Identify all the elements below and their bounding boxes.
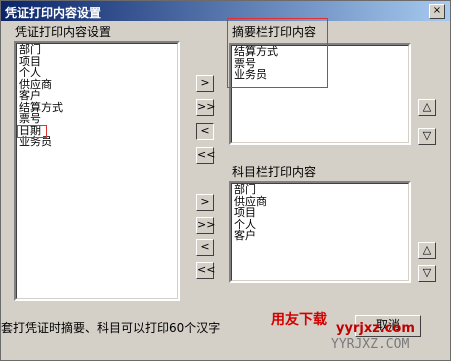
list-item[interactable]: 部门	[232, 184, 408, 196]
close-button[interactable]: ×	[429, 4, 445, 19]
list-item[interactable]: 部门	[17, 44, 177, 56]
list-item[interactable]: 客户	[232, 230, 408, 242]
move-left-summary-button[interactable]: <	[196, 123, 214, 140]
subject-move-up-button[interactable]: △	[418, 242, 436, 259]
watermark-text: 用友下载	[271, 312, 327, 328]
summary-move-up-button[interactable]: △	[418, 99, 436, 116]
subject-heading: 科目栏打印内容	[232, 165, 317, 179]
subject-move-down-button[interactable]: ▽	[418, 265, 436, 282]
available-items-heading: 凭证打印内容设置	[15, 25, 112, 39]
list-item[interactable]: 票号	[17, 113, 177, 125]
watermark-url: yyrjxz.com	[336, 321, 415, 336]
dialog-window: 凭证打印内容设置 × 凭证打印内容设置 部门 项目 个人 供应商 客户 结算方式 票号 日期业…	[0, 0, 451, 361]
move-all-left-summary-button[interactable]: <<	[196, 147, 215, 164]
move-left-subject-button[interactable]: <	[196, 239, 214, 256]
move-right-subject-button[interactable]: >	[196, 194, 214, 211]
summary-move-down-button[interactable]: ▽	[418, 128, 436, 145]
move-all-right-subject-button[interactable]: >>	[196, 217, 215, 234]
move-right-summary-button[interactable]: >	[196, 75, 214, 92]
available-items-list[interactable]: 部门 项目 个人 供应商 客户 结算方式 票号 日期 业务员	[14, 41, 180, 301]
highlight-summary	[227, 18, 328, 88]
list-item[interactable]: 客户	[17, 90, 177, 102]
list-item[interactable]: 供应商	[232, 195, 408, 208]
highlight-date-item	[17, 125, 47, 138]
list-item[interactable]: 项目	[232, 207, 408, 219]
subject-items-list[interactable]: 部门 供应商 项目 个人 客户	[229, 181, 411, 283]
move-all-right-summary-button[interactable]: >>	[196, 99, 215, 116]
list-item[interactable]: 供应商	[17, 78, 177, 91]
list-item[interactable]: 个人	[17, 67, 177, 79]
window-title: 凭证打印内容设置	[5, 6, 102, 20]
list-item[interactable]: 个人	[232, 218, 408, 231]
move-all-left-subject-button[interactable]: <<	[196, 262, 215, 279]
list-item[interactable]: 结算方式	[17, 101, 177, 114]
list-item[interactable]: 项目	[17, 55, 177, 68]
watermark-url-caps: YYRJXZ.COM	[331, 337, 410, 352]
footer-note: 套打凭证时摘要、科目可以打印60个汉字	[1, 321, 221, 335]
title-bar: 凭证打印内容设置 ×	[1, 1, 450, 21]
